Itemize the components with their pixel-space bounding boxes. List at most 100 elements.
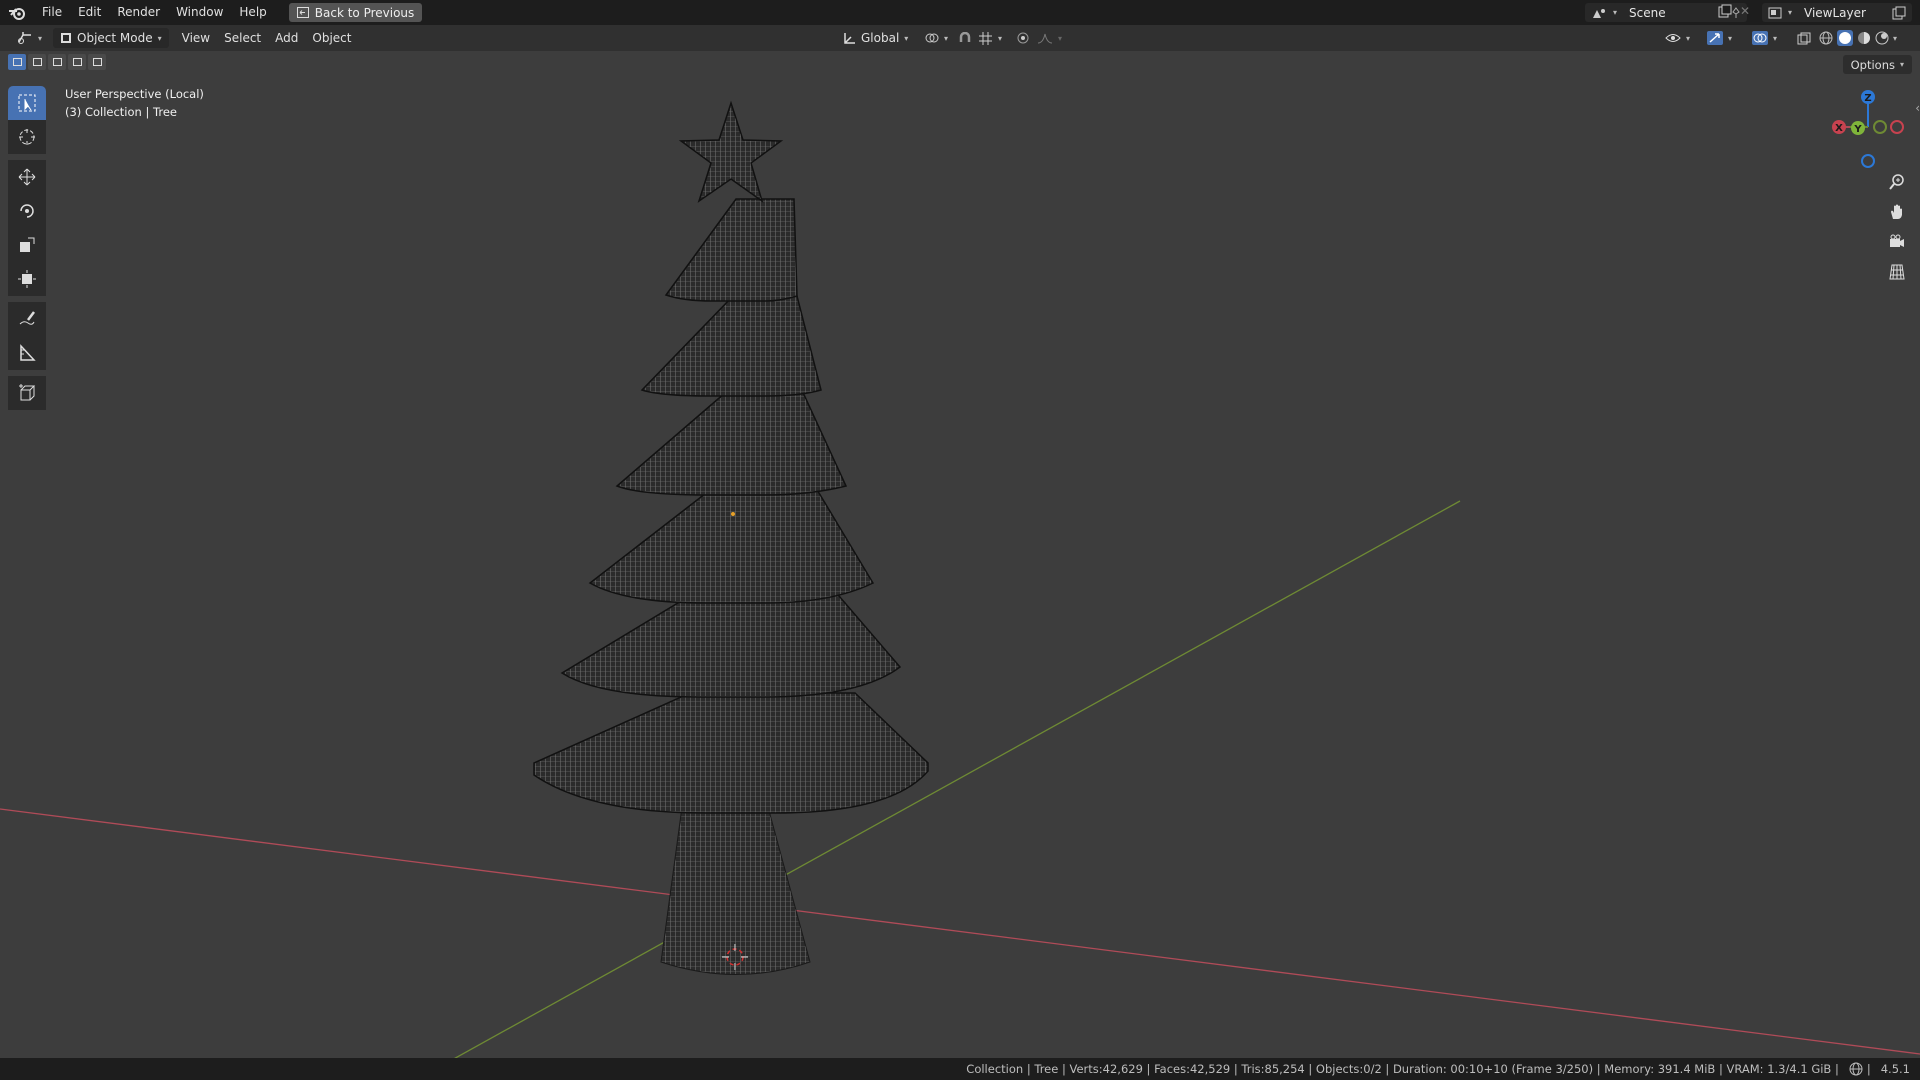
scene-icon — [1591, 7, 1607, 19]
gizmo-z-label: Z — [1864, 93, 1871, 104]
options-dropdown[interactable]: Options ▾ — [1842, 55, 1912, 74]
version-separator: | — [1866, 1062, 1871, 1076]
snap-chevron-icon: ▾ — [998, 33, 1003, 43]
shading-chevron-icon[interactable]: ▾ — [1893, 34, 1897, 43]
menu-add[interactable]: Add — [268, 28, 305, 48]
material-shading-icon[interactable] — [1857, 31, 1871, 45]
viewport-scene — [0, 100, 1920, 1058]
options-chevron-icon: ▾ — [1899, 60, 1904, 69]
blender-logo-icon[interactable] — [0, 0, 34, 25]
pivot-point-icon — [925, 32, 939, 44]
add-cube-icon — [18, 384, 36, 402]
overlays-toggle[interactable]: ▾ — [1745, 28, 1784, 48]
pivot-point-dropdown[interactable]: ▾ — [918, 28, 955, 48]
menu-file[interactable]: File — [34, 0, 70, 25]
measure-icon — [18, 344, 36, 362]
back-to-previous-label: Back to Previous — [314, 5, 415, 20]
select-invert-icon — [72, 58, 82, 66]
perspective-toggle-button[interactable] — [1884, 259, 1910, 285]
blender-version: 4.5.1 — [1880, 1062, 1910, 1076]
select-intersect-button[interactable] — [88, 54, 106, 70]
tool-cursor[interactable] — [8, 120, 46, 154]
select-subtract-button[interactable] — [48, 54, 66, 70]
network-icon — [1849, 1062, 1863, 1076]
transform-orientation-label: Global — [861, 31, 900, 45]
menu-select[interactable]: Select — [217, 28, 268, 48]
pan-view-button[interactable] — [1884, 199, 1910, 225]
object-mode-label: Object Mode — [77, 31, 153, 45]
object-mode-dropdown[interactable]: Object Mode ▾ — [53, 28, 169, 48]
move-icon — [18, 168, 36, 186]
scale-icon — [18, 236, 36, 254]
x-axis-line — [0, 808, 1920, 1055]
eye-filter-icon — [1665, 32, 1681, 44]
top-menu-bar: File Edit Render Window Help Back to Pre… — [0, 0, 1920, 25]
zoom-icon — [1889, 174, 1905, 190]
falloff-curve-icon — [1037, 32, 1053, 44]
tool-select-box[interactable] — [8, 86, 46, 120]
menu-view[interactable]: View — [175, 28, 217, 48]
select-new-button[interactable] — [8, 54, 26, 70]
sidebar-toggle-icon[interactable]: ‹ — [1915, 101, 1920, 115]
menu-render[interactable]: Render — [109, 0, 168, 25]
scene-dropdown-chevron-icon: ▾ — [1613, 8, 1618, 17]
shading-mode-group: ▾ — [1812, 28, 1904, 48]
tool-annotate[interactable] — [8, 302, 46, 336]
xray-icon — [1797, 32, 1811, 45]
back-to-previous-button[interactable]: Back to Previous — [288, 3, 423, 22]
view-layer-selector[interactable]: ▾ ViewLayer — [1762, 3, 1912, 22]
object-mode-icon — [60, 32, 72, 44]
new-scene-icon[interactable] — [1718, 4, 1732, 18]
gizmo-z-negative — [1861, 154, 1875, 168]
solid-shading-icon[interactable] — [1837, 30, 1853, 46]
select-extend-button[interactable] — [28, 54, 46, 70]
view-layer-icon — [1768, 7, 1782, 19]
tree-star — [678, 100, 784, 203]
editor-type-button[interactable]: ▾ — [10, 28, 49, 48]
3d-viewport[interactable]: User Perspective (Local) (3) Collection … — [0, 51, 1920, 1058]
camera-view-button[interactable] — [1884, 229, 1910, 255]
selection-mode-group — [8, 54, 106, 70]
tool-rotate[interactable] — [8, 194, 46, 228]
proportional-editing-icon — [1017, 32, 1029, 44]
global-orientation-icon — [843, 32, 856, 45]
active-collection-label: (3) Collection | Tree — [65, 105, 177, 119]
tool-move[interactable] — [8, 160, 46, 194]
gizmo-toggle[interactable]: ▾ — [1700, 28, 1739, 48]
rotate-icon — [18, 202, 36, 220]
select-invert-button[interactable] — [68, 54, 86, 70]
tool-scale[interactable] — [8, 228, 46, 262]
object-visibility-dropdown[interactable]: ▾ — [1658, 28, 1697, 48]
gizmo-chevron-icon: ▾ — [1728, 33, 1733, 43]
rendered-shading-icon[interactable] — [1875, 31, 1889, 45]
gizmo-x-label: X — [1835, 123, 1843, 134]
scene-statistics: Collection | Tree | Verts:42,629 | Faces… — [966, 1062, 1839, 1076]
view-perspective-label: User Perspective (Local) — [65, 87, 204, 101]
view-layer-dropdown-chevron-icon: ▾ — [1788, 8, 1793, 17]
menu-object[interactable]: Object — [305, 28, 358, 48]
transform-orientation-dropdown[interactable]: Global ▾ — [836, 28, 915, 48]
snap-target-dropdown[interactable]: ▾ — [972, 28, 1009, 48]
delete-scene-icon[interactable]: ✕ — [1740, 4, 1750, 18]
snap-increment-icon — [979, 31, 993, 45]
gizmo-y-label: Y — [1853, 124, 1862, 135]
viewport-header: ▾ Object Mode ▾ View Select Add Object G… — [0, 25, 1920, 51]
tool-measure[interactable] — [8, 336, 46, 370]
view-layer-name: ViewLayer — [1804, 5, 1866, 20]
wireframe-shading-icon[interactable] — [1819, 31, 1833, 45]
menu-edit[interactable]: Edit — [70, 0, 109, 25]
gizmo-y-negative — [1873, 120, 1887, 134]
options-label: Options — [1850, 57, 1895, 72]
new-view-layer-icon[interactable] — [1892, 6, 1906, 20]
zoom-view-button[interactable] — [1884, 169, 1910, 195]
tool-transform[interactable] — [8, 262, 46, 296]
tool-add-cube[interactable] — [8, 376, 46, 410]
pivot-chevron-icon: ▾ — [944, 33, 949, 43]
menu-help[interactable]: Help — [231, 0, 274, 25]
proportional-falloff-dropdown[interactable]: ▾ — [1030, 28, 1069, 48]
magnet-icon — [959, 32, 971, 44]
navigation-gizmo[interactable]: Z X Y — [1828, 89, 1908, 169]
menu-window[interactable]: Window — [168, 0, 231, 25]
cursor-icon — [18, 128, 36, 146]
object-mode-chevron-icon: ▾ — [157, 33, 162, 43]
